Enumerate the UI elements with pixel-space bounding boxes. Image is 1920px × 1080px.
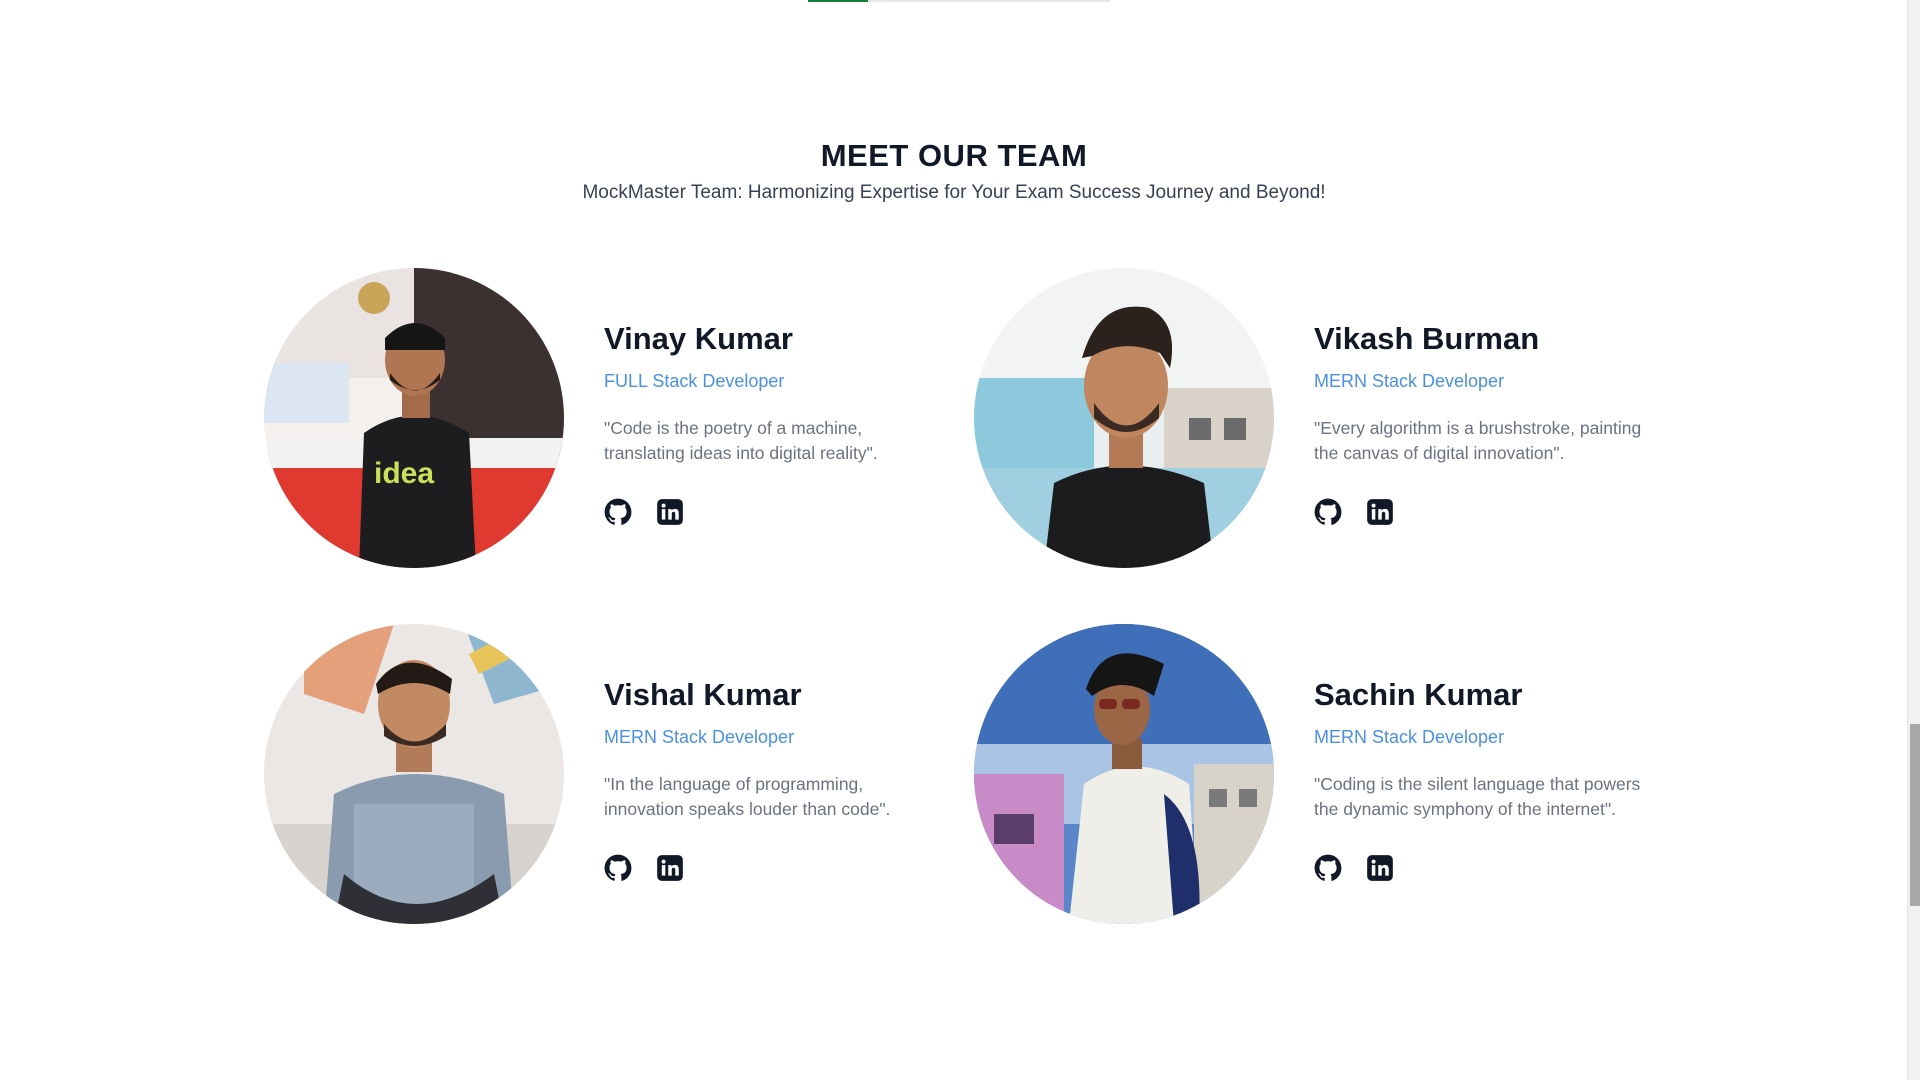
top-progress-track [808,0,1110,2]
team-section-header: MEET OUR TEAM MockMaster Team: Harmonizi… [0,138,1908,204]
member-photo [974,268,1274,568]
member-name: Vinay Kumar [604,320,793,356]
linkedin-icon[interactable] [1366,854,1394,882]
top-progress-fill [808,0,869,2]
member-name: Vikash Burman [1314,320,1540,356]
linkedin-icon[interactable] [656,854,684,882]
member-name: Sachin Kumar [1314,676,1523,712]
team-member-card: Vishal Kumar MERN Stack Developer "In th… [264,624,974,924]
linkedin-icon[interactable] [1366,498,1394,526]
member-quote: "In the language of programming, innovat… [604,774,891,820]
member-quote: "Every algorithm is a brushstroke, paint… [1314,418,1642,464]
member-photo: idea [264,268,564,568]
team-member-card: idea Vinay Kumar FULL Stack Developer "C… [264,268,974,568]
github-icon[interactable] [1314,854,1342,882]
social-links [604,498,944,526]
team-member-card: Sachin Kumar MERN Stack Developer "Codin… [974,624,1664,924]
page-scrollbar[interactable] [1907,0,1920,1080]
linkedin-icon[interactable] [656,498,684,526]
github-icon[interactable] [604,854,632,882]
team-member-card: Vikash Burman MERN Stack Developer "Ever… [974,268,1664,568]
page: MEET OUR TEAM MockMaster Team: Harmonizi… [0,0,1920,1080]
member-role: MERN Stack Developer [604,727,795,748]
member-role: FULL Stack Developer [604,371,785,392]
member-photo [974,624,1274,924]
member-name: Vishal Kumar [604,676,802,712]
social-links [1314,854,1654,882]
github-icon[interactable] [604,498,632,526]
member-info: Vikash Burman MERN Stack Developer "Ever… [1314,310,1654,526]
social-links [604,854,944,882]
member-quote: "Code is the poetry of a machine, transl… [604,418,878,464]
member-photo [264,624,564,924]
member-info: Vinay Kumar FULL Stack Developer "Code i… [604,310,944,526]
member-info: Sachin Kumar MERN Stack Developer "Codin… [1314,666,1654,882]
section-title: MEET OUR TEAM [820,138,1088,173]
scrollbar-thumb[interactable] [1910,724,1920,906]
team-grid: idea Vinay Kumar FULL Stack Developer "C… [264,268,1664,924]
social-links [1314,498,1654,526]
member-role: MERN Stack Developer [1314,727,1505,748]
member-role: MERN Stack Developer [1314,371,1505,392]
member-info: Vishal Kumar MERN Stack Developer "In th… [604,666,944,882]
svg-text:idea: idea [374,457,434,490]
section-subtitle: MockMaster Team: Harmonizing Expertise f… [582,182,1326,203]
github-icon[interactable] [1314,498,1342,526]
member-quote: "Coding is the silent language that powe… [1314,774,1641,820]
